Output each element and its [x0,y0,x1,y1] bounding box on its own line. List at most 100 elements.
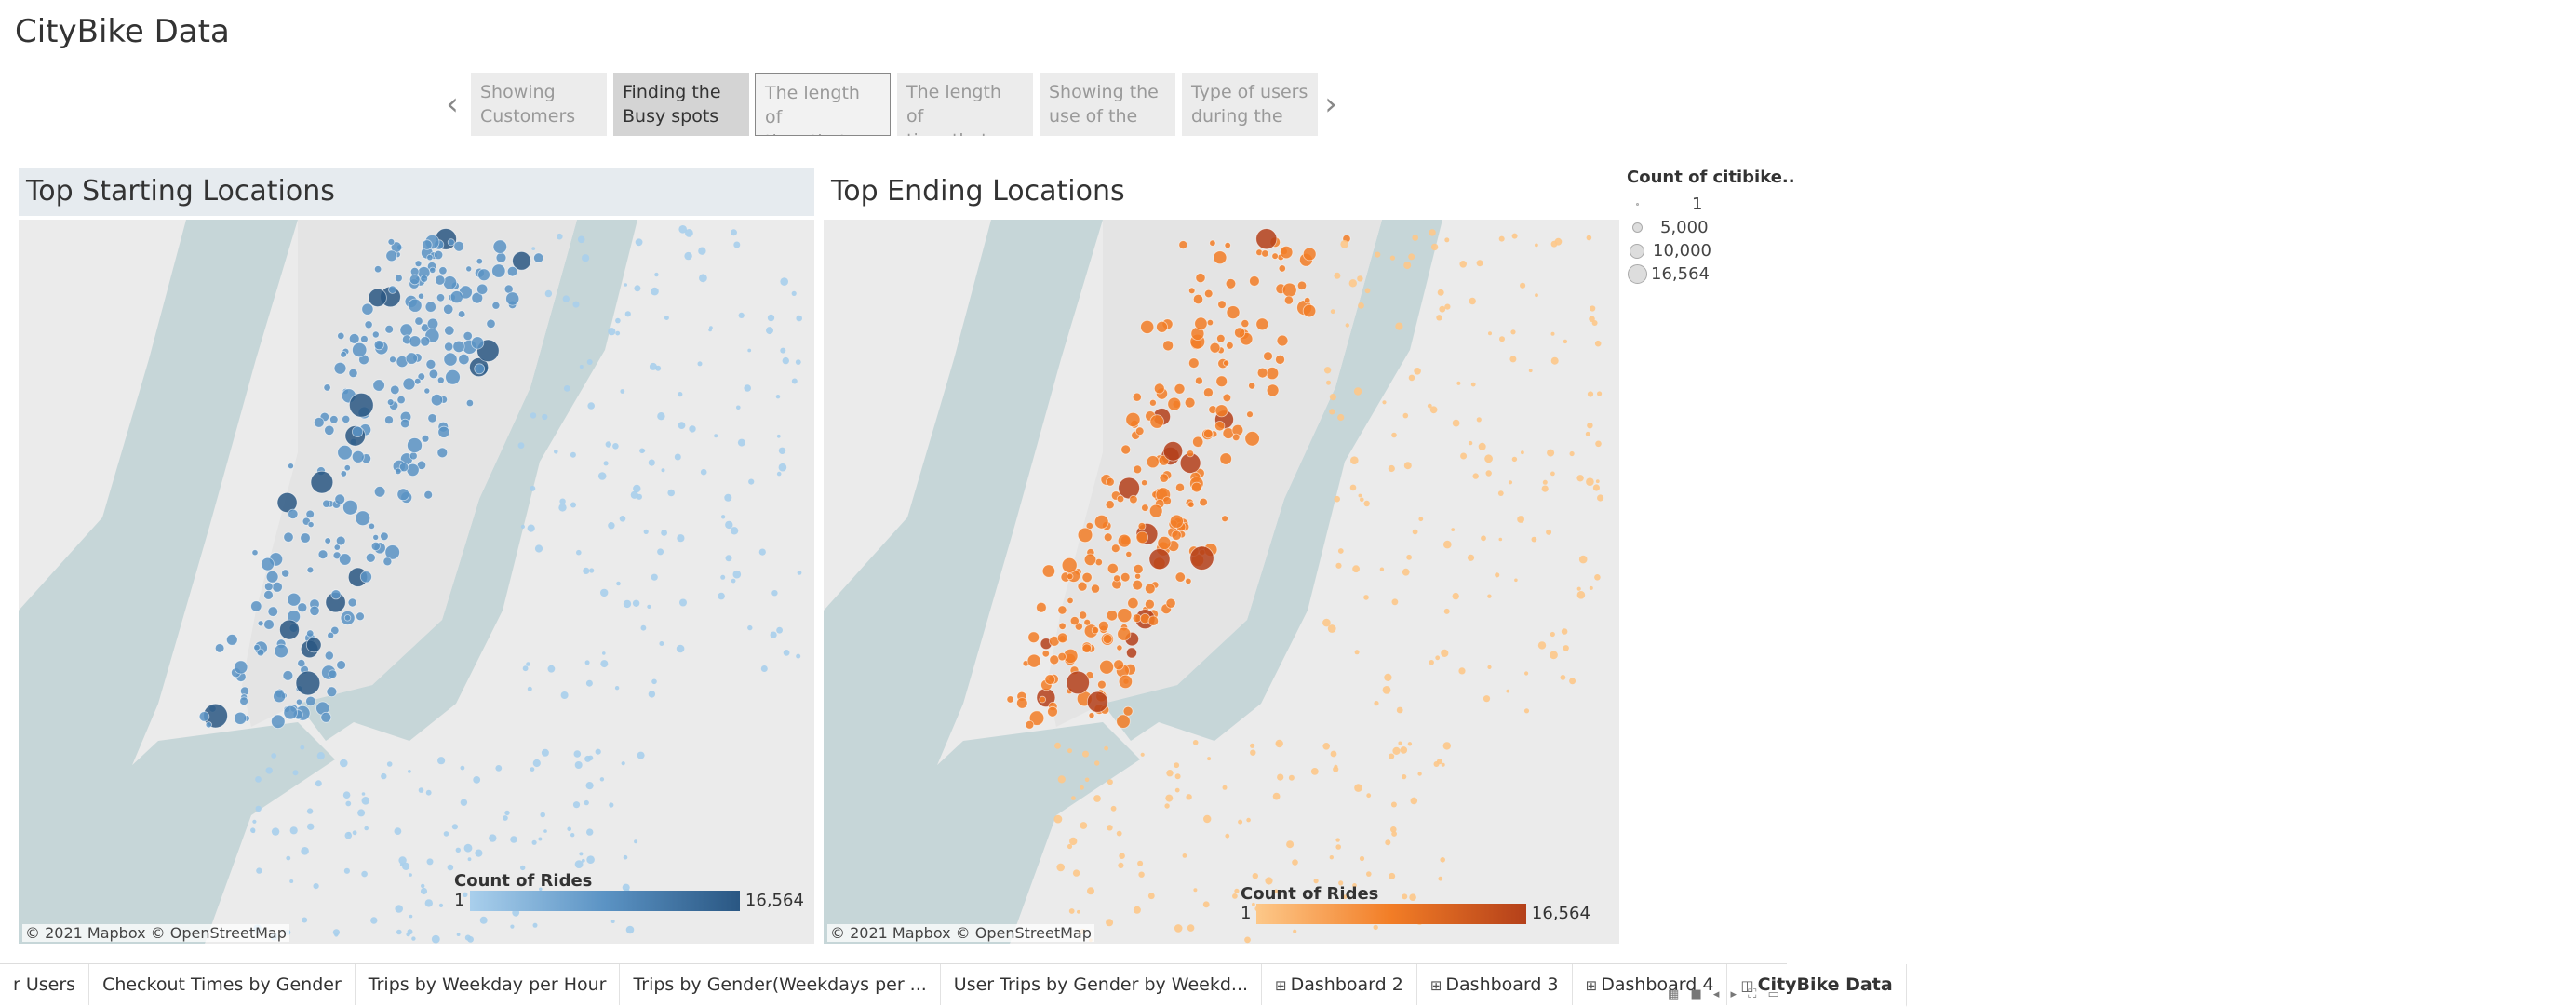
station-dot[interactable] [1133,906,1141,914]
station-dot[interactable] [640,624,647,631]
station-dot[interactable] [1174,787,1180,793]
station-dot[interactable] [430,394,444,407]
station-dot[interactable] [436,447,449,459]
station-dot[interactable] [1469,297,1476,305]
station-dot[interactable] [778,447,786,454]
station-dot[interactable] [547,665,556,673]
story-point-6[interactable]: Type of users during the [1182,73,1318,136]
station-dot[interactable] [437,425,450,438]
station-dot[interactable] [1349,484,1357,491]
story-point-1[interactable]: Showing Customers [471,73,607,136]
station-dot[interactable] [428,369,439,380]
station-dot[interactable] [1190,481,1202,493]
station-dot[interactable] [1056,632,1068,644]
station-dot[interactable] [1467,554,1475,561]
station-dot[interactable] [1106,610,1118,622]
station-dot[interactable] [1550,651,1558,660]
station-dot[interactable] [423,490,434,500]
station-dot[interactable] [540,812,545,818]
station-dot[interactable] [633,484,641,493]
station-dot[interactable] [271,827,280,836]
station-dot[interactable] [1194,316,1208,330]
station-dot[interactable] [1414,368,1421,375]
station-dot[interactable] [718,592,725,600]
station-dot[interactable] [1129,494,1138,504]
station-dot[interactable] [1429,660,1434,665]
station-dot[interactable] [1391,598,1399,606]
station-dot[interactable] [720,574,726,580]
station-dot[interactable] [396,929,402,935]
station-dot[interactable] [1067,572,1074,581]
station-dot[interactable] [1147,615,1160,626]
station-dot[interactable] [1373,924,1378,931]
station-dot[interactable] [486,318,496,329]
station-dot[interactable] [370,541,381,551]
station-dot[interactable] [1232,433,1241,442]
station-dot[interactable] [1481,535,1486,542]
station-dot[interactable] [288,508,299,519]
station-dot[interactable] [1082,750,1089,758]
station-dot[interactable] [1576,475,1584,482]
station-dot[interactable] [372,379,385,392]
station-dot[interactable] [1077,581,1088,592]
station-dot[interactable] [1292,859,1298,866]
station-dot[interactable] [700,468,707,476]
station-dot[interactable] [1389,255,1395,261]
station-dot[interactable] [1499,336,1505,342]
station-dot[interactable] [1337,548,1344,554]
station-dot[interactable] [1390,801,1397,808]
station-dot[interactable] [1402,774,1407,780]
station-dot[interactable] [748,478,755,485]
station-dot[interactable] [1560,675,1566,680]
station-dot[interactable] [1459,261,1467,268]
chevron-right-icon[interactable]: › [1320,86,1342,123]
station-dot[interactable] [585,782,594,790]
station-dot[interactable] [610,920,615,923]
station-dot[interactable] [1441,649,1449,657]
station-dot[interactable] [530,767,535,772]
station-dot[interactable] [1234,888,1240,893]
station-dot[interactable] [252,819,257,824]
station-dot[interactable] [1511,233,1518,239]
station-dot[interactable] [463,843,473,853]
station-dot[interactable] [1452,419,1460,427]
station-dot[interactable] [372,533,380,541]
station-dot[interactable] [1334,495,1340,503]
station-dot[interactable] [1174,924,1183,933]
station-dot[interactable] [395,467,402,475]
station-dot[interactable] [532,922,538,928]
station-dot[interactable] [1090,584,1100,594]
station-dot[interactable] [1437,289,1444,296]
station-dot[interactable] [1444,237,1450,243]
station-dot[interactable] [1528,369,1533,373]
station-dot[interactable] [1067,748,1072,754]
station-dot[interactable] [1495,572,1500,578]
station-dot[interactable] [782,356,789,365]
station-dot[interactable] [1207,757,1212,761]
station-dot[interactable] [586,359,593,365]
station-dot[interactable] [1441,762,1445,767]
station-dot[interactable] [256,867,262,874]
station-dot[interactable] [780,347,786,354]
station-dot[interactable] [526,662,530,666]
station-dot[interactable] [1340,240,1348,248]
station-dot[interactable] [1071,796,1076,800]
station-dot[interactable] [422,239,433,250]
station-dot[interactable] [582,254,590,262]
station-dot[interactable] [1107,825,1113,831]
station-dot[interactable] [1352,565,1360,573]
station-dot[interactable] [373,486,386,498]
station-dot[interactable] [288,463,294,470]
station-dot[interactable] [1392,746,1401,756]
station-dot[interactable] [309,605,320,616]
station-dot[interactable] [1125,411,1141,427]
map-canvas[interactable] [19,220,814,944]
station-dot[interactable] [1119,853,1125,859]
station-dot[interactable] [1407,742,1413,746]
station-dot[interactable] [328,669,338,679]
station-dot[interactable] [300,532,311,544]
station-dot[interactable] [1104,745,1108,751]
station-dot[interactable] [425,789,432,796]
station-dot[interactable] [1278,264,1286,273]
station-dot[interactable] [572,801,581,809]
